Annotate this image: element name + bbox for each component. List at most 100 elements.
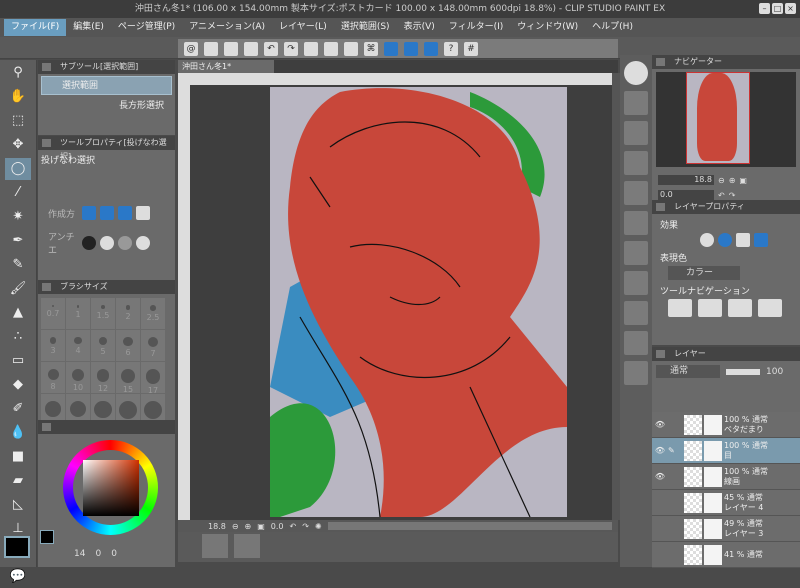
expression-color-dropdown[interactable]: カラー	[668, 266, 740, 280]
document-tab[interactable]: 沖田さん冬1*	[178, 60, 274, 73]
navigator-zoom-out-icon[interactable]: ⊖	[718, 176, 725, 185]
opacity-slider[interactable]	[726, 368, 760, 375]
figure-tool-icon[interactable]: ▰	[5, 470, 31, 492]
snap-special-ruler-icon[interactable]	[404, 41, 418, 56]
brush-size-cell[interactable]: 5	[91, 330, 115, 361]
pen-tool-icon[interactable]: ✒	[5, 230, 31, 252]
saturation-value-square[interactable]	[83, 460, 139, 516]
visibility-eye-icon[interactable]: 👁	[652, 446, 668, 455]
transform-icon[interactable]	[324, 41, 338, 56]
pencil-tool-icon[interactable]: ✎	[5, 254, 31, 276]
maximize-button[interactable]: □	[772, 3, 783, 14]
menu-file[interactable]: ファイル(F)	[4, 19, 67, 36]
close-button[interactable]: ×	[785, 3, 796, 14]
horizontal-scrollbar[interactable]	[327, 522, 612, 530]
pages-icon[interactable]	[624, 241, 648, 265]
color-wheel-tab[interactable]	[38, 420, 175, 434]
vertical-scrollbar[interactable]	[612, 73, 620, 520]
rotate-right-icon[interactable]: ↷	[302, 522, 309, 531]
subtract-selection-button[interactable]	[118, 206, 132, 220]
zoom-value[interactable]: 18.8	[208, 522, 226, 531]
minimize-button[interactable]: –	[759, 3, 770, 14]
foreground-color-swatch[interactable]	[40, 530, 54, 544]
antialias-medium-button[interactable]	[118, 236, 132, 250]
menu-filter[interactable]: フィルター(I)	[442, 19, 511, 36]
navigator-rotate-right-icon[interactable]: ↷	[729, 191, 736, 200]
extract-line-button[interactable]	[718, 233, 732, 247]
brush-size-cell[interactable]: 3	[41, 330, 65, 361]
new-file-icon[interactable]	[204, 41, 218, 56]
hand-tool-icon[interactable]: ✋	[5, 86, 31, 108]
navigator-preview[interactable]	[656, 72, 796, 167]
tone-button[interactable]	[736, 233, 750, 247]
menu-selection[interactable]: 選択範囲(S)	[334, 19, 397, 36]
antialias-none-button[interactable]	[82, 236, 96, 250]
blend-tool-icon[interactable]: ✐	[5, 398, 31, 420]
fill-tool-icon[interactable]: ◆	[5, 374, 31, 396]
fit-icon[interactable]: ▣	[257, 522, 265, 531]
save-icon[interactable]	[244, 41, 258, 56]
snap-ruler-icon[interactable]	[384, 41, 398, 56]
brush-tool-icon[interactable]: 🖌	[5, 278, 31, 300]
add-selection-button[interactable]	[100, 206, 114, 220]
brush-size-cell[interactable]: 15	[116, 362, 140, 394]
main-color-swatch[interactable]	[4, 536, 30, 558]
auto-action-icon[interactable]	[624, 271, 648, 295]
menu-animation[interactable]: アニメーション(A)	[182, 19, 272, 36]
decoration-tool-icon[interactable]: ∴	[5, 326, 31, 348]
eyedropper-tool-icon[interactable]: ⁄	[5, 182, 31, 204]
subtool-item-selection[interactable]: 選択範囲	[41, 76, 172, 95]
menu-page[interactable]: ページ管理(P)	[111, 19, 182, 36]
zoom-tool-icon[interactable]: ⚲	[5, 62, 31, 84]
texture-icon[interactable]	[624, 301, 648, 325]
layer-property-tab[interactable]: レイヤープロパティ	[652, 200, 800, 214]
airbrush-tool-icon[interactable]: ▲	[5, 302, 31, 324]
clear-selection-icon[interactable]	[304, 41, 318, 56]
redo-icon[interactable]: ↷	[284, 41, 298, 56]
brush-size-cell[interactable]: 7	[141, 330, 165, 361]
navigator-icon[interactable]	[624, 91, 648, 115]
menu-window[interactable]: ウィンドウ(W)	[510, 19, 585, 36]
grid-icon[interactable]: #	[464, 41, 478, 56]
auto-select-tool-icon[interactable]: ✷	[5, 206, 31, 228]
brush-size-cell[interactable]: 2	[116, 298, 140, 329]
layer-row[interactable]: 👁 100 % 通常 線画	[652, 464, 800, 490]
material-icon[interactable]	[624, 151, 648, 175]
zoom-in-icon[interactable]: ⊕	[245, 522, 252, 531]
brush-size-cell[interactable]: 6	[116, 330, 140, 361]
rotate-left-icon[interactable]: ↶	[290, 522, 297, 531]
layer-row[interactable]: 49 % 通常 レイヤー 3	[652, 516, 800, 542]
layer-row[interactable]: 👁 100 % 通常 ベタだまり	[652, 412, 800, 438]
toolnav-ruler-button[interactable]	[758, 299, 782, 317]
menu-layer[interactable]: レイヤー(L)	[272, 19, 334, 36]
layer-row[interactable]: 45 % 通常 レイヤー 4	[652, 490, 800, 516]
brush-size-cell[interactable]: 1	[66, 298, 90, 329]
antialias-strong-button[interactable]	[136, 236, 150, 250]
brush-size-cell[interactable]: 1.5	[91, 298, 115, 329]
3d-object-icon[interactable]	[624, 331, 648, 355]
snap-grid-icon[interactable]	[424, 41, 438, 56]
rotation-value[interactable]: 0.0	[271, 522, 284, 531]
menu-view[interactable]: 表示(V)	[397, 19, 442, 36]
brush-size-cell[interactable]: 0.7	[41, 298, 65, 329]
border-effect-button[interactable]	[700, 233, 714, 247]
help-icon[interactable]: ?	[444, 41, 458, 56]
operation-tool-icon[interactable]: ⬚	[5, 110, 31, 132]
layer-tab[interactable]: レイヤー	[652, 347, 800, 361]
subtool-tab[interactable]: サブツール[選択範囲]	[38, 60, 175, 74]
clip-studio-q-icon[interactable]	[624, 61, 648, 85]
reset-rotation-icon[interactable]: ✺	[315, 522, 322, 531]
layer-lock-toggle[interactable]: ✎	[668, 446, 684, 455]
toolnav-correct-button[interactable]	[728, 299, 752, 317]
clip-studio-icon[interactable]: @	[184, 41, 198, 56]
visibility-eye-icon[interactable]: 👁	[652, 472, 668, 481]
menu-edit[interactable]: 編集(E)	[66, 19, 111, 36]
navigator-tab[interactable]: ナビゲーター	[652, 55, 800, 69]
navigator-fit-icon[interactable]: ▣	[739, 176, 747, 185]
visibility-eye-icon[interactable]: 👁	[652, 420, 668, 429]
opacity-value[interactable]: 100	[766, 367, 783, 377]
brush-size-cell[interactable]: 4	[66, 330, 90, 361]
zoom-out-icon[interactable]: ⊖	[232, 522, 239, 531]
brush-size-cell[interactable]: 8	[41, 362, 65, 393]
brush-size-cell[interactable]: 17	[141, 362, 165, 395]
